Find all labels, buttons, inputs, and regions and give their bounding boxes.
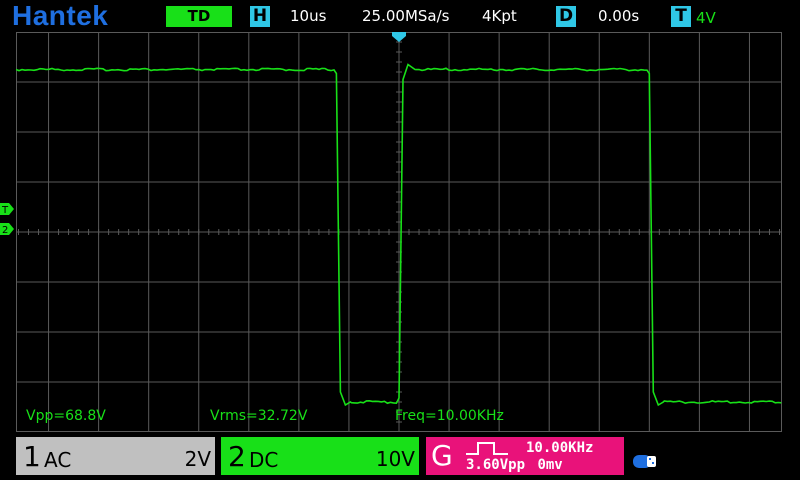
trigger-level-marker[interactable]: T [0,203,14,216]
trigger-position-marker[interactable] [392,32,406,42]
scope-screen[interactable]: Vpp=68.8V Vrms=32.72V Freq=10.00KHz [16,32,782,432]
trigger-mode-badge[interactable]: TD [166,6,232,27]
channel2-number: 2 [228,440,246,473]
square-wave-icon [466,442,508,455]
channel2-panel[interactable]: 2 DC 10V [221,437,419,475]
generator-amplitude: 3.60Vpp [466,457,526,473]
delay-badge[interactable]: D [556,6,576,27]
svg-text:2: 2 [2,225,8,236]
generator-amplitude-offset: 3.60Vpp 0mv [466,457,563,473]
brand-logo: Hantek [12,0,109,31]
trigger-badge[interactable]: T [671,6,691,27]
generator-offset: 0mv [537,457,563,473]
channel1-scale: 2V [184,447,211,471]
level-markers: T 2 [0,203,14,236]
channel1-panel[interactable]: 1 AC 2V [16,437,215,475]
trigger-level-value: 4V [696,9,716,27]
vrms-measurement: Vrms=32.72V [210,408,308,424]
generator-panel[interactable]: G 10.00KHz 3.60Vpp 0mv [426,437,624,475]
sample-rate-value: 25.00MSa/s [362,7,450,25]
channel1-number: 1 [23,440,41,473]
top-status-bar: Hantek TD H 10us 25.00MSa/s 4Kpt D 0.00s… [0,0,800,32]
usb-icon [633,455,656,468]
generator-letter: G [431,439,453,472]
channel2-ground-marker[interactable]: 2 [0,223,14,236]
memory-depth-value: 4Kpt [482,7,517,25]
channel1-coupling: AC [44,448,72,472]
generator-frequency: 10.00KHz [526,440,594,456]
delay-value: 0.00s [598,7,640,25]
channel2-scale: 10V [375,447,415,471]
freq-measurement: Freq=10.00KHz [395,408,504,424]
horizontal-badge[interactable]: H [250,6,270,27]
vpp-measurement: Vpp=68.8V [26,408,106,424]
svg-text:T: T [1,205,9,216]
channel2-coupling: DC [249,448,279,472]
timebase-value: 10us [290,7,327,25]
